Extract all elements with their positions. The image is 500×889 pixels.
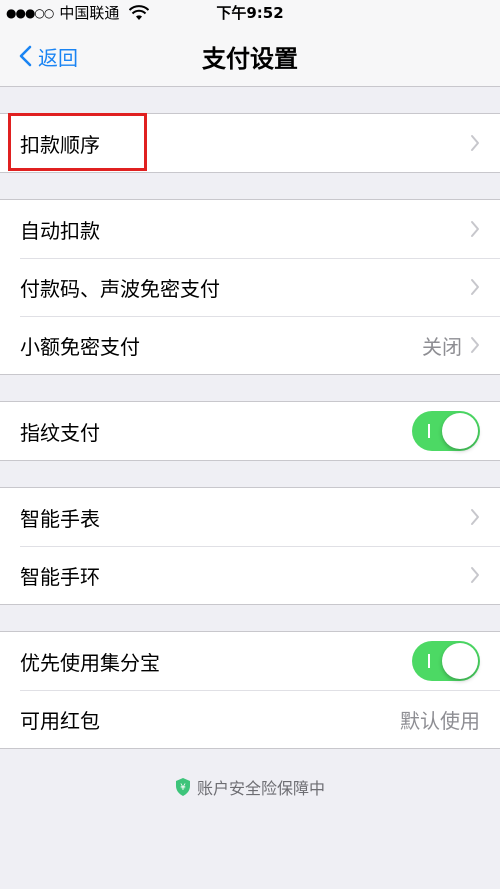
chevron-right-icon <box>471 221 479 237</box>
chevron-right-icon <box>471 567 479 583</box>
settings-group-wearables: 智能手表 智能手环 <box>0 487 500 605</box>
row-value: 关闭 <box>422 334 462 359</box>
fingerprint-toggle[interactable] <box>412 411 480 451</box>
toggle-on-indicator <box>428 424 430 438</box>
toggle-on-indicator <box>428 654 430 668</box>
row-smart-band[interactable]: 智能手环 <box>0 546 500 604</box>
row-available-red-packet[interactable]: 可用红包 默认使用 <box>0 690 500 748</box>
security-footer: ¥ 账户安全险保障中 <box>0 775 500 799</box>
page-title: 支付设置 <box>202 44 298 73</box>
chevron-right-icon <box>471 279 479 295</box>
row-paycode-sonic[interactable]: 付款码、声波免密支付 <box>0 258 500 316</box>
row-fingerprint-pay: 指纹支付 <box>0 402 500 460</box>
settings-group-payments: 自动扣款 付款码、声波免密支付 小额免密支付 关闭 <box>0 199 500 375</box>
chevron-right-icon <box>471 135 479 151</box>
row-small-amount-password-free[interactable]: 小额免密支付 关闭 <box>0 316 500 374</box>
footer-text: 账户安全险保障中 <box>196 779 325 798</box>
row-label: 自动扣款 <box>20 218 100 243</box>
row-label: 智能手表 <box>20 506 100 531</box>
chevron-right-icon <box>471 337 479 353</box>
row-auto-deduction[interactable]: 自动扣款 <box>0 200 500 258</box>
row-label: 优先使用集分宝 <box>20 650 160 675</box>
status-time: 下午9:52 <box>216 4 284 22</box>
row-label: 可用红包 <box>20 708 100 733</box>
row-value: 默认使用 <box>400 708 480 733</box>
row-smart-watch[interactable]: 智能手表 <box>0 488 500 546</box>
settings-group-deduction-order: 扣款顺序 <box>0 113 500 173</box>
settings-group-points: 优先使用集分宝 可用红包 默认使用 <box>0 631 500 749</box>
row-prefer-jifenbao: 优先使用集分宝 <box>0 632 500 690</box>
highlight-annotation <box>8 113 147 171</box>
toggle-knob <box>442 413 478 449</box>
svg-text:¥: ¥ <box>180 783 186 793</box>
row-deduction-order[interactable]: 扣款顺序 <box>0 113 500 172</box>
toggle-knob <box>442 643 478 679</box>
chevron-right-icon <box>471 509 479 525</box>
row-label: 小额免密支付 <box>20 334 140 359</box>
shield-icon: ¥ <box>175 778 190 796</box>
row-label: 智能手环 <box>20 564 100 589</box>
status-bar: ●●●○○ 中国联通 下午9:52 <box>0 0 500 26</box>
row-label: 付款码、声波免密支付 <box>20 276 220 301</box>
settings-group-fingerprint: 指纹支付 <box>0 401 500 461</box>
row-label: 指纹支付 <box>20 420 100 445</box>
jifenbao-toggle[interactable] <box>412 641 480 681</box>
navigation-bar: 返回 支付设置 <box>0 26 500 87</box>
